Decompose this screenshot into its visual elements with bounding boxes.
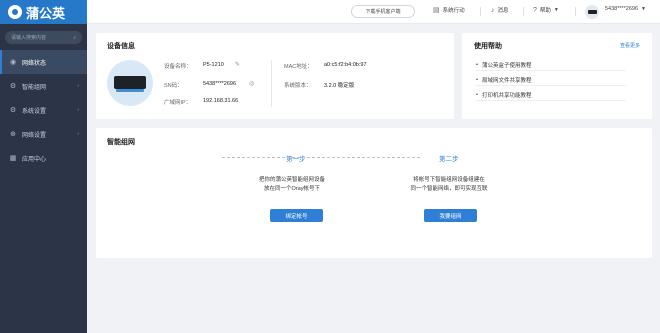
account-name: 5438****2696 bbox=[605, 6, 639, 12]
sidebar-item-network-status[interactable]: ◉ 网络状态 bbox=[0, 50, 87, 74]
feedback-label: 系统行动 bbox=[442, 8, 465, 14]
caret-down-icon: ▼ bbox=[641, 6, 646, 12]
avatar[interactable] bbox=[585, 5, 599, 19]
top-bar: 下载手机客户端 ▤ 系统行动 ♪ 消息 ? 帮助 ▼ 5438****2696 … bbox=[87, 0, 660, 24]
sidebar-search-input[interactable]: 请输入搜索内容 ⌕ bbox=[5, 31, 82, 44]
download-client-button[interactable]: 下载手机客户端 bbox=[351, 5, 415, 18]
system-version-label: 系统版本： bbox=[284, 83, 312, 89]
mac-label: MAC地址： bbox=[284, 64, 313, 70]
chevron-right-icon: › bbox=[77, 107, 79, 113]
account-dropdown[interactable]: 5438****2696 ▼ bbox=[605, 6, 646, 12]
step-one-title: 第一步 bbox=[286, 156, 306, 163]
card-title: 设备信息 bbox=[107, 43, 135, 50]
network-settings-icon: ⊕ bbox=[10, 131, 16, 138]
messages-label: 消息 bbox=[497, 8, 509, 14]
smart-network-icon: ⚙ bbox=[9, 83, 17, 90]
divider bbox=[271, 60, 272, 107]
step-two-title: 第二步 bbox=[439, 156, 459, 163]
sn-label: SN码： bbox=[164, 83, 183, 89]
logo[interactable]: 蒲公英 bbox=[0, 0, 87, 24]
divider bbox=[575, 7, 576, 16]
brand-name: 蒲公英 bbox=[26, 5, 66, 21]
search-icon[interactable]: ⌕ bbox=[73, 35, 76, 41]
system-settings-icon: ⚙ bbox=[9, 107, 17, 114]
divider bbox=[523, 7, 524, 16]
step-connector bbox=[222, 157, 420, 158]
eye-icon[interactable]: ◎ bbox=[249, 80, 254, 87]
bell-icon: ♪ bbox=[491, 6, 495, 14]
create-network-button[interactable]: 我要组网 bbox=[424, 209, 477, 222]
help-dropdown[interactable]: ? 帮助 ▼ bbox=[533, 6, 559, 15]
sn-value: 5438****2696 bbox=[203, 81, 237, 87]
edit-icon[interactable]: ✎ bbox=[235, 61, 240, 68]
view-more-link[interactable]: 查看更多 bbox=[620, 42, 640, 49]
device-image bbox=[107, 60, 153, 106]
card-title: 使用帮助 bbox=[474, 43, 502, 50]
network-status-icon: ◉ bbox=[9, 59, 17, 66]
router-icon bbox=[114, 76, 146, 89]
search-placeholder: 请输入搜索内容 bbox=[11, 35, 47, 41]
app-center-icon: ▦ bbox=[9, 155, 17, 162]
device-name-label: 设备名称： bbox=[164, 64, 192, 70]
caret-down-icon: ▼ bbox=[553, 7, 559, 13]
smart-network-card: 智能组网 bbox=[96, 128, 652, 258]
sidebar-item-label: 智能组网 bbox=[22, 84, 47, 91]
sidebar-item-label: 系统设置 bbox=[22, 108, 47, 115]
clipboard-icon: ▤ bbox=[433, 7, 440, 14]
divider bbox=[480, 7, 481, 16]
sidebar-item-app-center[interactable]: ▦ 应用中心 bbox=[0, 146, 87, 170]
device-info-card: 设备信息 设备名称： P5-1210 ✎ SN码： 5438****2696 ◎… bbox=[96, 33, 454, 119]
sidebar-item-label: 网络状态 bbox=[22, 60, 47, 67]
feedback-link[interactable]: ▤ 系统行动 bbox=[433, 6, 465, 14]
sidebar-item-system-settings[interactable]: ⚙ 系统设置 › bbox=[0, 98, 87, 122]
step-one-description: 把你的蒲公英智能组网设备 放在同一个Oray帐号下 bbox=[258, 177, 325, 192]
help-card: 使用帮助 查看更多 蒲公英盒子使用教程 局域网文件共享教程 打印机共享功能教程 bbox=[462, 33, 652, 119]
wan-ip-value: 192.168.31.66 bbox=[203, 98, 239, 104]
step-two-description: 将帐号下智能组网设备组建在 同一个智能网络，即可实现互联 bbox=[410, 177, 488, 192]
sidebar-item-smart-network[interactable]: ⚙ 智能组网 › bbox=[0, 74, 87, 98]
bind-account-button[interactable]: 绑定帐号 bbox=[270, 209, 323, 222]
sidebar-item-label: 网络设置 bbox=[22, 132, 47, 139]
messages-link[interactable]: ♪ 消息 bbox=[491, 6, 509, 15]
chevron-right-icon: › bbox=[77, 83, 79, 89]
card-title: 智能组网 bbox=[107, 139, 135, 146]
sidebar: 蒲公英 请输入搜索内容 ⌕ ◉ 网络状态 ⚙ 智能组网 › ⚙ 系统设置 › ⊕… bbox=[0, 0, 87, 333]
chevron-right-icon: › bbox=[77, 131, 79, 137]
mac-value: a0:c5:f2:b4:0b:97 bbox=[324, 62, 367, 68]
dandelion-logo-icon bbox=[8, 5, 22, 19]
help-label: 帮助 bbox=[539, 8, 551, 14]
wan-ip-label: 广域网IP： bbox=[164, 100, 192, 106]
sidebar-item-network-settings[interactable]: ⊕ 网络设置 › bbox=[0, 122, 87, 146]
help-item[interactable]: 打印机共享功能教程 bbox=[476, 89, 626, 101]
system-version-value: 3.2.0 稳定版 bbox=[324, 83, 355, 89]
help-item[interactable]: 局域网文件共享教程 bbox=[476, 74, 626, 86]
device-name-value: P5-1210 bbox=[203, 62, 224, 68]
help-item[interactable]: 蒲公英盒子使用教程 bbox=[476, 59, 626, 71]
question-circle-icon: ? bbox=[533, 6, 537, 14]
sidebar-item-label: 应用中心 bbox=[22, 156, 47, 163]
